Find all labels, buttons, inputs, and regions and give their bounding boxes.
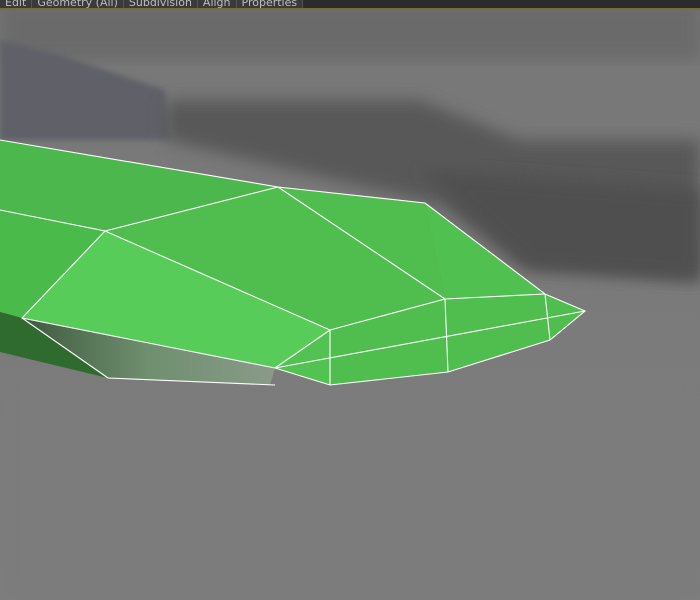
tab-edit[interactable]: Edit <box>0 0 33 8</box>
tab-align[interactable]: Align <box>197 0 237 8</box>
tab-subdivision[interactable]: Subdivision <box>123 0 198 8</box>
3d-viewport[interactable]: Edit Geometry (All) Subdivision Align Pr… <box>0 0 700 600</box>
editor-toolbar: Edit Geometry (All) Subdivision Align Pr… <box>0 0 700 10</box>
tab-properties[interactable]: Properties <box>236 0 304 8</box>
tab-geometry[interactable]: Geometry (All) <box>32 0 124 8</box>
viewport-scene <box>0 0 700 600</box>
